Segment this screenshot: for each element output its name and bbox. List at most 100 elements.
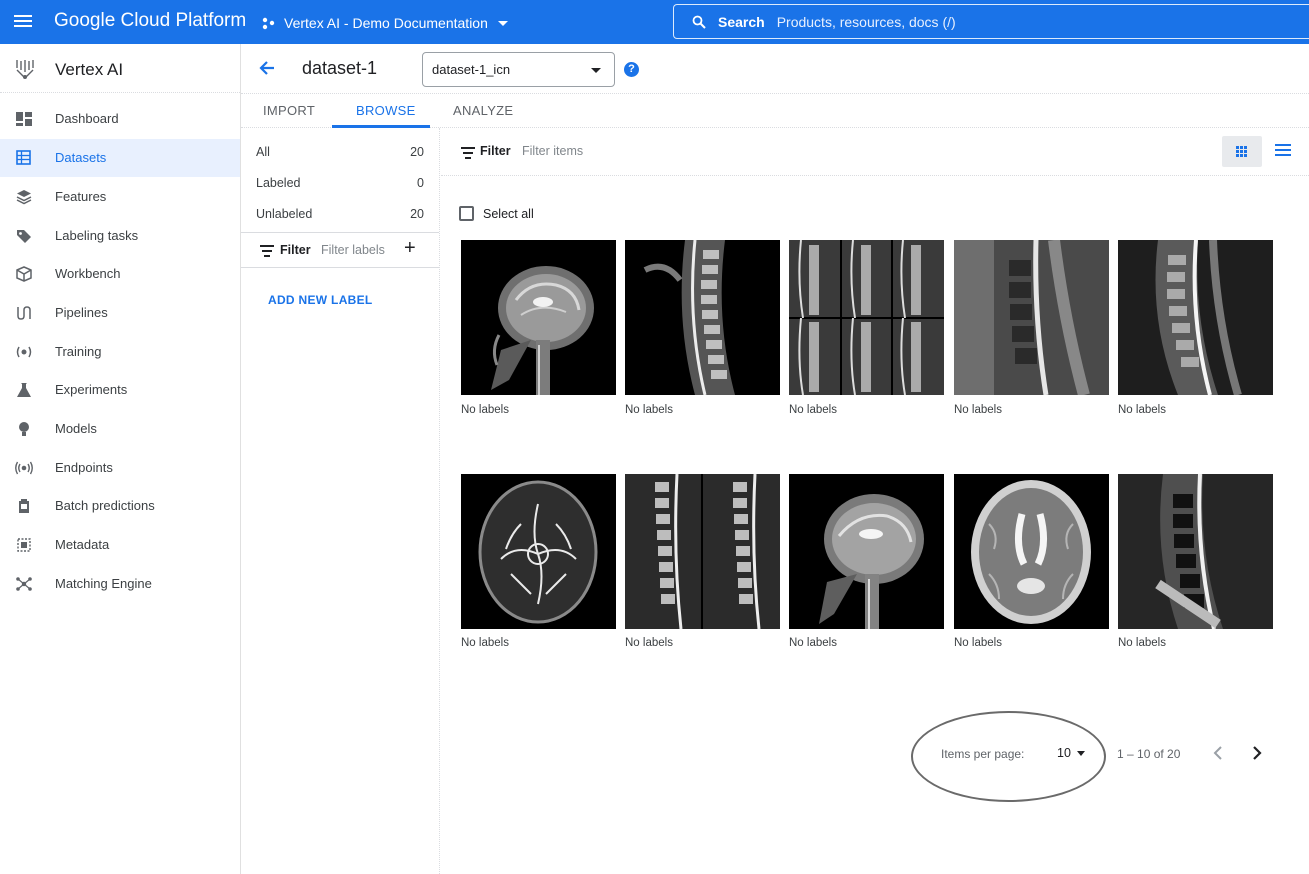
top-bar: Google Cloud Platform Vertex AI - Demo D…: [0, 0, 1309, 44]
thumbnail-caption: No labels: [1118, 637, 1166, 649]
annotation-set-select[interactable]: dataset-1_icn: [422, 52, 615, 87]
image-thumbnail[interactable]: [625, 474, 780, 629]
datasets-icon: [16, 150, 31, 165]
filter-icon: [260, 245, 274, 257]
image-thumbnail[interactable]: [789, 474, 944, 629]
image-thumbnail[interactable]: [461, 474, 616, 629]
nav-item-models[interactable]: Models: [0, 410, 240, 448]
mri-lumbar-image: [954, 240, 1109, 395]
back-arrow-icon[interactable]: [257, 58, 277, 78]
filter-labels-input[interactable]: Filter labels: [321, 243, 385, 257]
chevron-down-icon: [591, 68, 601, 73]
thumbnail-caption: No labels: [789, 637, 837, 649]
nav-item-matching-engine[interactable]: Matching Engine: [0, 565, 240, 603]
items-per-page-select[interactable]: 10: [1057, 746, 1085, 760]
search-icon: [692, 15, 706, 29]
thumbnail-caption: No labels: [625, 637, 673, 649]
chevron-down-icon: [1076, 750, 1085, 756]
brand-title[interactable]: Google Cloud Platform: [54, 10, 246, 32]
thumbnail-caption: No labels: [954, 404, 1002, 416]
label-filter-bar[interactable]: Filter Filter labels +: [241, 232, 439, 268]
nav-header: Vertex AI: [0, 44, 240, 93]
tab-browse[interactable]: BROWSE: [356, 103, 416, 118]
list-view-icon[interactable]: [1275, 144, 1291, 158]
filter-label: Filter: [280, 243, 311, 257]
search-bar[interactable]: Search Products, resources, docs (/): [673, 4, 1309, 39]
nav-label: Dashboard: [55, 111, 119, 126]
filter-label: Filter: [480, 144, 511, 158]
next-page-icon[interactable]: [1250, 744, 1264, 762]
training-icon: [16, 346, 32, 358]
count-row-all[interactable]: All 20: [241, 128, 439, 159]
count-label: Unlabeled: [256, 207, 313, 221]
nav-item-endpoints[interactable]: Endpoints: [0, 449, 240, 487]
nav-item-labeling-tasks[interactable]: Labeling tasks: [0, 217, 240, 255]
nav-item-features[interactable]: Features: [0, 178, 240, 216]
add-label-icon[interactable]: +: [404, 237, 416, 260]
count-label: All: [256, 145, 270, 159]
count-value: 20: [410, 145, 424, 159]
nav-item-training[interactable]: Training: [0, 333, 240, 371]
dataset-header: dataset-1 dataset-1_icn ?: [241, 44, 1309, 94]
image-thumbnail[interactable]: [625, 240, 780, 395]
network-icon: [16, 577, 32, 591]
vertex-ai-logo-icon: [16, 60, 34, 79]
nav-label: Endpoints: [55, 460, 113, 475]
tab-import[interactable]: IMPORT: [263, 103, 315, 118]
nav-item-pipelines[interactable]: Pipelines: [0, 294, 240, 332]
mri-spine-image: [643, 240, 735, 395]
help-icon[interactable]: ?: [624, 62, 639, 77]
nav-item-metadata[interactable]: Metadata: [0, 526, 240, 564]
previous-page-icon[interactable]: [1211, 744, 1225, 762]
tab-analyze[interactable]: ANALYZE: [453, 103, 513, 118]
features-icon: [16, 190, 32, 205]
image-thumbnail[interactable]: [954, 240, 1109, 395]
mri-spine-image: [1118, 240, 1273, 395]
thumbnail-caption: No labels: [1118, 404, 1166, 416]
mri-sagittal-brain-image: [819, 494, 924, 629]
project-selector[interactable]: Vertex AI - Demo Documentation: [262, 13, 508, 33]
search-placeholder: Products, resources, docs (/): [776, 13, 956, 30]
image-thumbnail[interactable]: [1118, 240, 1273, 395]
nav-item-dashboard[interactable]: Dashboard: [0, 100, 240, 138]
nav-label: Batch predictions: [55, 498, 155, 513]
broadcast-icon: [15, 461, 33, 475]
nav-item-workbench[interactable]: Workbench: [0, 255, 240, 293]
annotation-set-value: dataset-1_icn: [432, 62, 511, 77]
nav-label: Labeling tasks: [55, 228, 139, 243]
count-row-unlabeled[interactable]: Unlabeled 20: [241, 190, 439, 221]
grid-view-icon[interactable]: [1222, 136, 1262, 167]
nav-item-experiments[interactable]: Experiments: [0, 371, 240, 409]
image-thumbnail[interactable]: [461, 240, 616, 395]
filter-icon: [461, 147, 475, 159]
nav-label: Pipelines: [55, 305, 108, 320]
image-thumbnail[interactable]: [954, 474, 1109, 629]
label-icon: [17, 230, 31, 243]
count-row-labeled[interactable]: Labeled 0: [241, 159, 439, 190]
project-name: Vertex AI - Demo Documentation: [284, 15, 488, 31]
nav-label: Workbench: [55, 266, 121, 281]
nav-item-batch-predictions[interactable]: Batch predictions: [0, 487, 240, 525]
count-value: 20: [410, 207, 424, 221]
product-title: Vertex AI: [55, 60, 124, 79]
nav-label: Experiments: [55, 382, 128, 397]
image-thumbnail[interactable]: [1118, 474, 1273, 629]
thumbnail-caption: No labels: [461, 404, 509, 416]
mri-axial-brain-image: [971, 480, 1091, 624]
select-all[interactable]: Select all: [459, 206, 534, 221]
page-range: 1 – 10 of 20: [1117, 747, 1181, 761]
thumbnail-caption: No labels: [461, 637, 509, 649]
tab-bar: IMPORT BROWSE ANALYZE: [241, 94, 1309, 128]
hamburger-menu-icon[interactable]: [13, 12, 33, 32]
select-all-checkbox[interactable]: [459, 206, 474, 221]
mri-axial-vessels-image: [478, 480, 598, 624]
thumbnail-caption: No labels: [625, 404, 673, 416]
thumbnail-caption: No labels: [789, 404, 837, 416]
nav-item-datasets[interactable]: Datasets: [0, 139, 240, 177]
image-thumbnail[interactable]: [789, 240, 944, 395]
items-per-page-label: Items per page:: [941, 747, 1025, 761]
nav-label: Matching Engine: [55, 576, 152, 591]
metadata-icon: [17, 538, 31, 552]
filter-items-input[interactable]: Filter items: [522, 144, 583, 158]
add-new-label-button[interactable]: ADD NEW LABEL: [268, 293, 373, 307]
